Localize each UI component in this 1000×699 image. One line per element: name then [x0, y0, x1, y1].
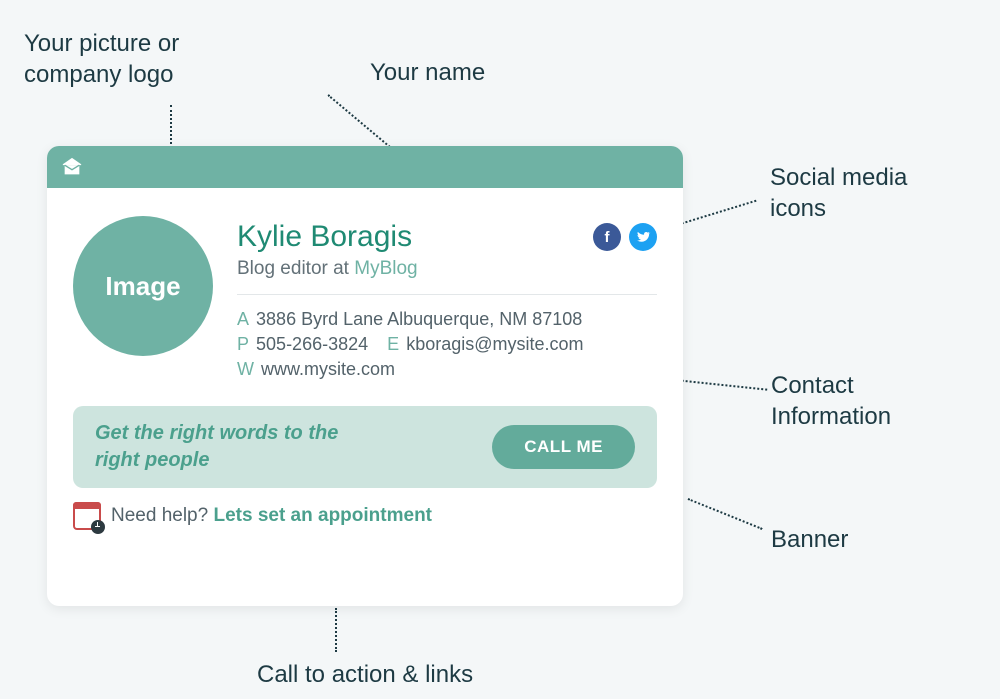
leader-banner [688, 498, 763, 530]
address-value: 3886 Byrd Lane Albuquerque, NM 87108 [256, 309, 582, 329]
signature-name: Kylie Boragis [237, 220, 412, 254]
signature-role: Blog editor at MyBlog [237, 258, 657, 280]
contact-website: W www.mysite.com [237, 359, 657, 380]
phone-label: P [237, 334, 249, 354]
card-header [47, 146, 683, 188]
cta-text: Need help? [111, 505, 213, 526]
contact-phone-email: P 505-266-3824 E kboragis@mysite.com [237, 334, 657, 355]
call-me-button[interactable]: CALL ME [492, 425, 635, 469]
email-value: kboragis@mysite.com [406, 334, 583, 354]
annotation-contact: Contact Information [771, 370, 891, 432]
cta-row: Need help? Lets set an appointment [73, 502, 657, 530]
website-label: W [237, 359, 254, 379]
social-icons: f [593, 223, 657, 251]
annotation-picture: Your picture or company logo [24, 28, 179, 90]
website-value: www.mysite.com [261, 359, 395, 379]
contact-address: A 3886 Byrd Lane Albuquerque, NM 87108 [237, 309, 657, 330]
twitter-icon[interactable] [629, 223, 657, 251]
calendar-clock-icon [73, 502, 101, 530]
avatar: Image [73, 216, 213, 356]
avatar-label: Image [105, 271, 180, 302]
phone-value: 505-266-3824 [256, 334, 368, 354]
annotation-cta: Call to action & links [257, 659, 473, 690]
banner-text: Get the right words to the right people [95, 420, 385, 474]
address-label: A [237, 309, 249, 329]
facebook-icon[interactable]: f [593, 223, 621, 251]
annotation-name: Your name [370, 57, 485, 88]
role-prefix: Blog editor at [237, 258, 354, 279]
annotation-social: Social media icons [770, 162, 907, 224]
mail-open-icon [61, 156, 83, 178]
signature-card: Image Kylie Boragis f Blog editor at MyB… [47, 146, 683, 606]
cta-link[interactable]: Lets set an appointment [213, 505, 432, 526]
divider [237, 294, 657, 295]
banner: Get the right words to the right people … [73, 406, 657, 488]
leader-cta [335, 608, 337, 652]
annotation-banner: Banner [771, 524, 848, 555]
email-label: E [387, 334, 399, 354]
role-link[interactable]: MyBlog [354, 258, 417, 279]
